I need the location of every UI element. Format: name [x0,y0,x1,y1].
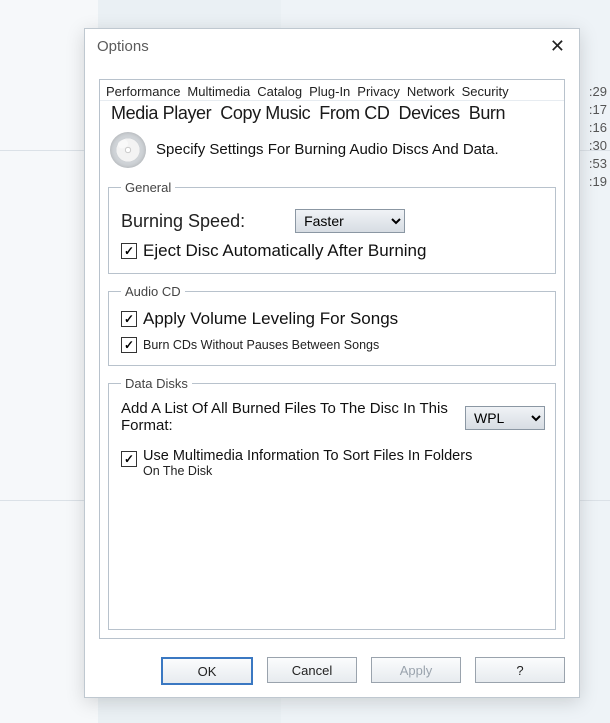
tab-from-cd[interactable]: From CD [316,103,392,124]
volume-leveling-checkbox[interactable]: ✓ [121,311,137,327]
audio-cd-legend: Audio CD [121,284,185,299]
time-value: :29 [589,83,607,101]
button-row: OK Cancel Apply ? [85,657,579,685]
titlebar: Options ✕ [85,29,579,63]
dialog-title: Options [97,38,149,55]
close-icon[interactable]: ✕ [544,34,571,59]
tab-plugin[interactable]: Plug-In [307,83,352,100]
time-value: :16 [589,119,607,137]
general-group: General Burning Speed: Faster ✓ Eject Di… [108,180,556,274]
burning-speed-label: Burning Speed: [121,211,245,232]
background-times: :29 :17 :16 :30 :53 :19 [589,83,607,191]
help-button[interactable]: ? [475,657,565,683]
time-value: :30 [589,137,607,155]
no-pauses-checkbox[interactable]: ✓ [121,337,137,353]
tab-performance[interactable]: Performance [104,83,182,100]
time-value: :19 [589,173,607,191]
tab-row-primary: Media Player Copy Music From CD Devices … [100,101,564,124]
tab-multimedia[interactable]: Multimedia [185,83,252,100]
tab-network[interactable]: Network [405,83,457,100]
tab-catalog[interactable]: Catalog [255,83,304,100]
description-text: Specify Settings For Burning Audio Discs… [156,142,499,158]
burning-speed-select[interactable]: Faster [295,209,405,233]
data-disks-legend: Data Disks [121,376,192,391]
tab-privacy[interactable]: Privacy [355,83,402,100]
tab-devices[interactable]: Devices [395,103,462,124]
general-legend: General [121,180,175,195]
volume-leveling-label: Apply Volume Leveling For Songs [143,309,398,329]
data-disks-group: Data Disks Add A List Of All Burned File… [108,376,556,630]
apply-button[interactable]: Apply [371,657,461,683]
tab-copy-music[interactable]: Copy Music [217,103,313,124]
cd-icon [110,132,146,168]
sort-files-label: Use Multimedia Information To Sort Files… [143,448,472,478]
content-panel: Performance Multimedia Catalog Plug-In P… [99,79,565,639]
tab-burn[interactable]: Burn [466,103,508,124]
no-pauses-label: Burn CDs Without Pauses Between Songs [143,338,379,352]
tab-security[interactable]: Security [460,83,511,100]
options-dialog: Options ✕ Performance Multimedia Catalog… [84,28,580,698]
tab-row-secondary: Performance Multimedia Catalog Plug-In P… [100,80,564,101]
cancel-button[interactable]: Cancel [267,657,357,683]
time-value: :53 [589,155,607,173]
eject-checkbox[interactable]: ✓ [121,243,137,259]
audio-cd-group: Audio CD ✓ Apply Volume Leveling For Son… [108,284,556,366]
time-value: :17 [589,101,607,119]
tab-media-player[interactable]: Media Player [108,103,214,124]
description-row: Specify Settings For Burning Audio Discs… [100,124,564,172]
file-list-label: Add A List Of All Burned Files To The Di… [121,401,455,434]
eject-label: Eject Disc Automatically After Burning [143,241,426,261]
ok-button[interactable]: OK [161,657,253,685]
sort-files-checkbox[interactable]: ✓ [121,451,137,467]
file-list-format-select[interactable]: WPL [465,406,545,430]
